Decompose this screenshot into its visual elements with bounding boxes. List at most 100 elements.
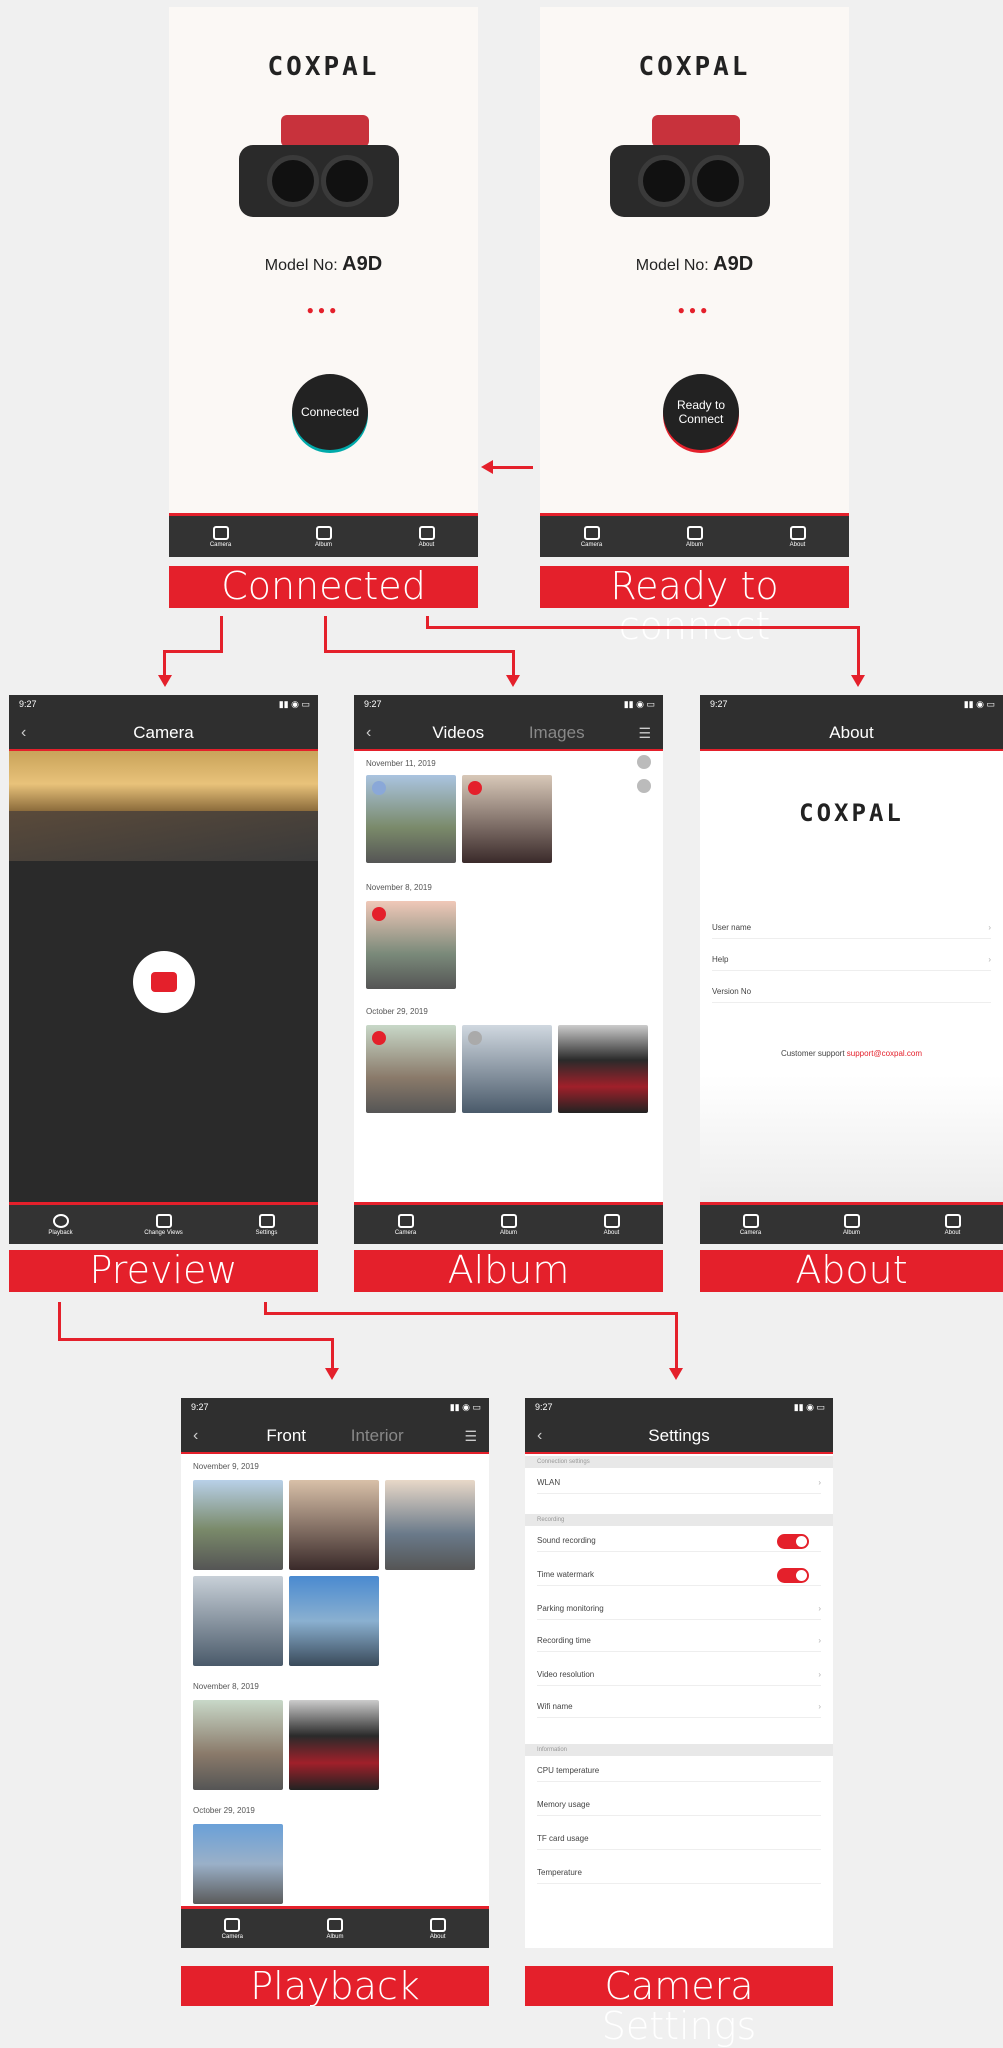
arrowhead-down <box>506 675 520 687</box>
back-icon[interactable]: ‹ <box>21 715 26 751</box>
arrow-segment <box>324 650 514 653</box>
tab-album[interactable]: Album <box>457 1205 560 1244</box>
date-header: October 29, 2019 <box>193 1806 255 1815</box>
tab-images[interactable]: Images <box>529 723 585 742</box>
camera-icon <box>212 525 229 540</box>
arrowhead-left <box>481 460 493 474</box>
page-dots: ●●● <box>677 303 712 317</box>
tab-bar: Camera Album About <box>354 1202 663 1244</box>
tab-camera[interactable]: Camera <box>700 1205 801 1244</box>
tab-album[interactable]: Album <box>284 1909 387 1948</box>
caption-about: About <box>700 1250 1003 1292</box>
video-thumbnail[interactable] <box>289 1480 379 1570</box>
info-icon <box>603 1213 620 1228</box>
capture-button[interactable] <box>133 951 195 1013</box>
about-screen: 9:27 ▮▮ ◉ ▭ About COXPAL User name › Help ›… <box>700 695 1003 1244</box>
time-watermark-toggle[interactable] <box>777 1568 809 1583</box>
edit-icon[interactable] <box>637 755 651 769</box>
connect-button[interactable]: Ready to Connect <box>663 374 739 450</box>
section-header: Information <box>525 1744 833 1756</box>
arrow-segment <box>426 626 859 629</box>
album-screen: 9:27 ▮▮ ◉ ▭ ‹ Videos Images ☰ November 11… <box>354 695 663 1244</box>
date-header: October 29, 2019 <box>366 1007 428 1016</box>
setting-wifi-name[interactable]: Wifi name › <box>537 1696 821 1718</box>
arrow-segment <box>857 626 860 675</box>
tab-about[interactable]: About <box>902 1205 1003 1244</box>
video-thumbnail[interactable] <box>385 1480 475 1570</box>
tab-about[interactable]: About <box>746 516 849 557</box>
setting-sound-recording[interactable]: Sound recording <box>537 1530 821 1552</box>
tab-settings[interactable]: Settings <box>215 1205 318 1244</box>
preview-screen: 9:27 ▮▮ ◉ ▭ ‹ Camera Playback Change Views… <box>9 695 318 1244</box>
customer-support: Customer support support@coxpal.com <box>780 1049 923 1058</box>
page-dots: ●●● <box>306 303 341 317</box>
tab-camera[interactable]: Camera <box>181 1909 284 1948</box>
tab-about[interactable]: About <box>375 516 478 557</box>
setting-recording-time[interactable]: Recording time › <box>537 1630 821 1652</box>
page-title: Settings <box>648 1426 710 1445</box>
model-number: Model No: A9D <box>264 253 383 275</box>
menu-icon[interactable]: ☰ <box>638 715 651 751</box>
tab-camera[interactable]: Camera <box>354 1205 457 1244</box>
connection-status-button[interactable]: Connected <box>292 374 368 450</box>
arrow-ready-to-connected <box>490 466 533 469</box>
video-thumbnail[interactable] <box>366 1025 456 1113</box>
arrow-segment <box>331 1338 334 1368</box>
info-icon <box>418 525 435 540</box>
setting-video-resolution[interactable]: Video resolution › <box>537 1664 821 1686</box>
tab-interior[interactable]: Interior <box>351 1426 404 1445</box>
video-thumbnail[interactable] <box>289 1700 379 1790</box>
album-icon <box>315 525 332 540</box>
video-thumbnail[interactable] <box>193 1700 283 1790</box>
video-thumbnail[interactable] <box>193 1480 283 1570</box>
date-header: November 9, 2019 <box>193 1462 259 1471</box>
tab-album[interactable]: Album <box>272 516 375 557</box>
dashcam-image <box>239 115 409 235</box>
video-thumbnail[interactable] <box>193 1824 283 1904</box>
date-header: November 11, 2019 <box>366 759 436 768</box>
camera-icon <box>397 1213 414 1228</box>
support-email-link[interactable]: support@coxpal.com <box>847 1049 922 1058</box>
tab-camera[interactable]: Camera <box>169 516 272 557</box>
tab-front[interactable]: Front <box>266 1426 306 1445</box>
video-thumbnail[interactable] <box>462 1025 552 1113</box>
tab-change-views[interactable]: Change Views <box>112 1205 215 1244</box>
tab-bar: Camera Album About <box>169 513 478 557</box>
tab-camera[interactable]: Camera <box>540 516 643 557</box>
tab-videos[interactable]: Videos <box>432 723 484 742</box>
setting-wlan[interactable]: WLAN › <box>537 1472 821 1494</box>
status-bar: 9:27 ▮▮ ◉ ▭ <box>9 695 318 715</box>
tab-album[interactable]: Album <box>643 516 746 557</box>
nav-bar: ‹ Settings <box>525 1418 833 1454</box>
info-icon <box>789 525 806 540</box>
back-icon[interactable]: ‹ <box>193 1418 198 1454</box>
about-row-username[interactable]: User name › <box>712 917 991 939</box>
back-icon[interactable]: ‹ <box>537 1418 542 1454</box>
tab-about[interactable]: About <box>386 1909 489 1948</box>
video-thumbnail[interactable] <box>558 1025 648 1113</box>
nav-bar: ‹ Front Interior ☰ <box>181 1418 489 1454</box>
video-thumbnail[interactable] <box>366 775 456 863</box>
video-thumbnail[interactable] <box>462 775 552 863</box>
date-header: November 8, 2019 <box>366 883 432 892</box>
tab-album[interactable]: Album <box>801 1205 902 1244</box>
dashcam-image <box>610 115 780 235</box>
tab-about[interactable]: About <box>560 1205 663 1244</box>
brand-logo: COXPAL <box>267 52 380 82</box>
album-icon <box>327 1917 343 1932</box>
sound-recording-toggle[interactable] <box>777 1534 809 1549</box>
menu-icon[interactable]: ☰ <box>464 1418 477 1454</box>
video-thumbnail[interactable] <box>366 901 456 989</box>
setting-parking-monitoring[interactable]: Parking monitoring › <box>537 1598 821 1620</box>
setting-time-watermark[interactable]: Time watermark <box>537 1564 821 1586</box>
select-icon[interactable] <box>637 779 651 793</box>
arrowhead-down <box>669 1368 683 1380</box>
video-thumbnail[interactable] <box>289 1576 379 1666</box>
tab-playback[interactable]: Playback <box>9 1205 112 1244</box>
arrow-segment <box>675 1312 678 1368</box>
info-memory-usage: Memory usage <box>537 1794 821 1816</box>
back-icon[interactable]: ‹ <box>366 715 371 751</box>
video-thumbnail[interactable] <box>193 1576 283 1666</box>
about-row-help[interactable]: Help › <box>712 949 991 971</box>
settings-icon <box>258 1213 275 1228</box>
